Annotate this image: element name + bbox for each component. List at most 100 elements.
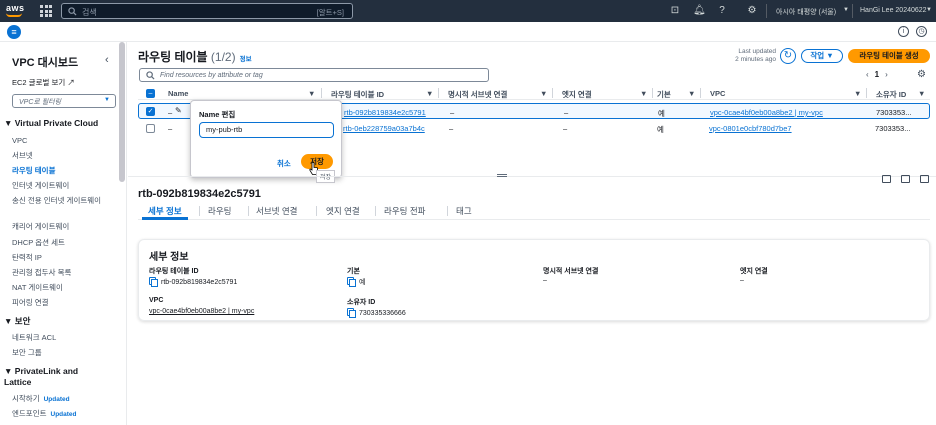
sidebar-section-security[interactable]: ▼ 보안 [4, 316, 30, 327]
sidebar-item-internet-gateways[interactable]: 인터넷 게이트웨이 [12, 181, 69, 190]
info-icon[interactable]: i [898, 26, 909, 37]
column-header-vpc[interactable]: VPC [710, 89, 725, 98]
region-selector[interactable]: 아시아 태평양 (서울) [776, 7, 836, 17]
sort-icon[interactable]: ▼ [918, 89, 925, 98]
column-header-route-table-id[interactable]: 라우팅 테이블 ID [331, 89, 384, 100]
sidebar-item-prefix-lists[interactable]: 관리형 접두사 목록 [12, 268, 71, 277]
tab-divider [375, 206, 376, 216]
tab-tags[interactable]: 태그 [456, 205, 472, 217]
tab-details[interactable]: 세부 정보 [148, 205, 182, 217]
navigation-menu-icon[interactable]: ≡ [7, 25, 21, 39]
actions-button[interactable]: 작업 ▼ [801, 49, 843, 63]
page-number[interactable]: 1 [875, 70, 879, 79]
copy-icon[interactable] [347, 277, 356, 287]
sidebar-item-route-tables[interactable]: 라우팅 테이블 [12, 166, 55, 175]
split-panel-resize-handle[interactable] [497, 174, 507, 177]
copy-icon[interactable] [149, 277, 158, 287]
tab-routes[interactable]: 라우팅 [208, 205, 231, 217]
sidebar-section-vpc[interactable]: ▼ Virtual Private Cloud [4, 118, 98, 129]
settings-gear-icon[interactable]: ⚙ [746, 5, 758, 17]
aws-logo[interactable]: aws [6, 3, 25, 13]
services-grid-icon[interactable] [40, 5, 52, 17]
field-value-vpc[interactable]: vpc-0cae4bf0eb00a8be2 | my-vpc [149, 308, 254, 315]
sort-icon[interactable]: ▼ [640, 89, 647, 98]
column-divider [552, 88, 553, 98]
info-link[interactable]: 정보 [240, 56, 252, 63]
column-divider [700, 88, 701, 98]
split-panel-divider [128, 176, 936, 177]
sort-icon[interactable]: ▼ [308, 89, 315, 98]
search-icon [68, 7, 77, 16]
tab-subnet-associations[interactable]: 서브넷 연결 [256, 205, 297, 217]
cancel-button[interactable]: 취소 [277, 158, 291, 169]
cloudshell-icon[interactable]: ⊡ [669, 5, 681, 17]
sidebar-item-endpoints[interactable]: 엔드포인트 Updated [12, 409, 77, 419]
sidebar-item-nat-gateways[interactable]: NAT 게이트웨이 [12, 283, 63, 292]
sidebar-item-vpc[interactable]: VPC [12, 136, 27, 145]
search-placeholder: 검색 [82, 8, 97, 17]
pagination: ‹ 1 › [866, 70, 888, 79]
row-checkbox[interactable] [146, 124, 155, 133]
cell-vpc[interactable]: vpc-0cae4bf0eb00a8be2 | my-vpc [710, 108, 823, 117]
split-bottom-icon[interactable] [882, 175, 891, 183]
split-side-icon[interactable] [901, 175, 910, 183]
sidebar-item-egress-only-igw[interactable]: 송신 전용 인터넷 게이트웨이 [12, 196, 108, 205]
account-menu[interactable]: HanGi Lee 20240622 [860, 7, 927, 14]
cell-route-table-id[interactable]: rtb-0eb228759a03a7b4c [343, 124, 425, 133]
cell-name: – [168, 108, 173, 117]
cell-main: 예 [657, 125, 664, 134]
column-header-owner-id[interactable]: 소유자 ID [876, 89, 906, 100]
sidebar-item-network-acls[interactable]: 네트워크 ACL [12, 333, 56, 342]
prev-page-icon[interactable]: ‹ [866, 70, 869, 79]
sidebar-item-get-started[interactable]: 시작하기 Updated [12, 394, 70, 404]
popover-title: Name 편집 [199, 110, 236, 119]
column-header-main[interactable]: 기본 [657, 89, 671, 100]
create-route-table-button[interactable]: 라우팅 테이블 생성 [848, 49, 930, 63]
search-icon [146, 71, 155, 80]
column-header-edge[interactable]: 엣지 연결 [562, 89, 592, 100]
edit-pencil-icon[interactable]: ✎ [175, 106, 182, 115]
sidebar-item-subnets[interactable]: 서브넷 [12, 151, 33, 160]
copy-icon[interactable] [347, 308, 356, 318]
sidebar-item-security-groups[interactable]: 보안 그룹 [12, 348, 42, 357]
name-input[interactable]: my-pub-rtb [199, 122, 334, 138]
refresh-icon[interactable]: ↻ [780, 48, 796, 64]
sidebar-scrollbar[interactable] [119, 42, 125, 182]
sort-icon[interactable]: ▼ [426, 89, 433, 98]
updated-badge: Updated [43, 396, 70, 403]
tab-edge-associations[interactable]: 엣지 연결 [326, 205, 360, 217]
region-chevron-down-icon[interactable]: ▼ [843, 7, 849, 13]
updated-badge: Updated [50, 411, 77, 418]
select-all-checkbox[interactable]: – [146, 89, 155, 98]
sidebar-item-elastic-ips[interactable]: 탄력적 IP [12, 253, 42, 262]
table-preferences-gear-icon[interactable]: ⚙ [917, 69, 926, 80]
column-header-explicit-subnet[interactable]: 명시적 서브넷 연결 [448, 89, 507, 100]
sidebar-item-dhcp-option-sets[interactable]: DHCP 옵션 세트 [12, 238, 65, 247]
cell-name: – [168, 124, 173, 133]
sort-icon[interactable]: ▼ [540, 89, 547, 98]
clock-icon[interactable]: ◷ [916, 26, 927, 37]
resource-filter-input[interactable]: Find resources by attribute or tag [139, 68, 489, 82]
nav-divider [766, 4, 767, 18]
sidebar-section-privatelink[interactable]: ▼ PrivateLink and Lattice [4, 366, 104, 388]
sidebar-item-carrier-gateways[interactable]: 캐리어 게이트웨이 [12, 222, 69, 231]
vpc-filter-select[interactable]: VPC로 필터링 ▼ [12, 94, 116, 108]
global-search-input[interactable]: 검색 [알트+S] [61, 3, 353, 19]
sort-icon[interactable]: ▼ [854, 89, 861, 98]
sidebar-collapse-icon[interactable]: ‹ [105, 54, 109, 66]
next-page-icon[interactable]: › [885, 70, 888, 79]
cell-vpc[interactable]: vpc-0801e0cbf780d7be7 [709, 124, 792, 133]
sidebar-item-peering[interactable]: 피어링 연결 [12, 298, 49, 307]
row-checkbox[interactable]: ✓ [146, 107, 155, 116]
help-icon[interactable]: ? [716, 5, 728, 17]
sidebar-item-ec2-global-view[interactable]: EC2 글로벌 보기 ↗ [12, 78, 75, 87]
tab-divider [248, 206, 249, 216]
split-close-icon[interactable] [920, 175, 929, 183]
tab-route-propagation[interactable]: 라우팅 전파 [384, 205, 425, 217]
notifications-bell-icon[interactable]: 🔔︎ [693, 5, 706, 17]
account-chevron-down-icon[interactable]: ▼ [926, 7, 932, 13]
column-header-name[interactable]: Name [168, 89, 188, 98]
sort-icon[interactable]: ▼ [688, 89, 695, 98]
cell-route-table-id[interactable]: rtb-092b819834e2c5791 [344, 108, 426, 117]
edit-name-popover: Name 편집 my-pub-rtb 취소 저장 [190, 100, 342, 178]
